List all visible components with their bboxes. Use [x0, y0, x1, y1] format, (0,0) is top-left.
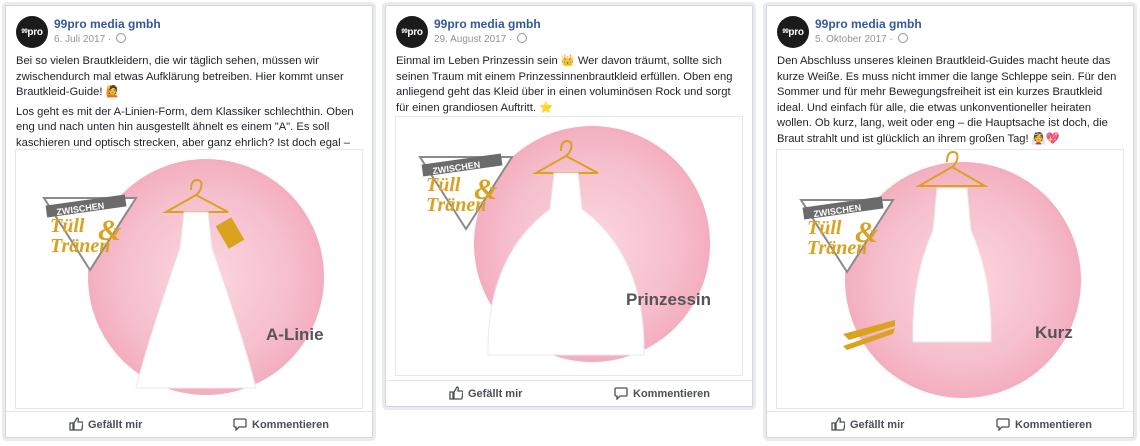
like-button[interactable]: Gefällt mir [831, 417, 904, 431]
logo-line2: Tränen [807, 237, 867, 259]
avatar[interactable]: 99 pro [777, 16, 809, 48]
logo-line1: Tüll [50, 215, 85, 237]
post-image[interactable]: ZWISCHEN Tüll & Tränen Prinzessin [395, 116, 743, 376]
post-date[interactable]: 5. Oktober 2017 · [815, 33, 908, 45]
globe-icon [897, 33, 908, 43]
post-paragraph: Den Abschluss unseres kleinen Brautkleid… [777, 55, 1117, 145]
post-paragraph: Bei so vielen Brautkleidern, die wir täg… [16, 55, 344, 98]
logo-line2: Tränen [50, 235, 110, 257]
post-actions: Gefällt mir Kommentieren [386, 380, 752, 405]
dress-type-caption: A-Linie [266, 325, 324, 344]
post-image[interactable]: ZWISCHEN Tüll & Tränen A-Linie [15, 149, 363, 409]
logo-line1: Tüll [426, 174, 461, 196]
globe-icon [116, 33, 127, 43]
post-card: 99 pro 99pro media gmbh 5. Oktober 2017 ·… [766, 5, 1134, 438]
thumbs-up-icon [69, 417, 84, 431]
post-card: 99 pro 99pro media gmbh 29. August 2017 ·… [385, 5, 753, 407]
thumbs-up-icon [831, 417, 846, 431]
avatar[interactable]: 99 pro [16, 16, 48, 48]
post-actions: Gefällt mir Kommentieren [6, 411, 372, 436]
post-card: 99 pro 99pro media gmbh 6. Juli 2017 · Be… [5, 5, 373, 438]
logo-line1: Tüll [807, 217, 842, 239]
dress-type-caption: Kurz [1035, 323, 1073, 342]
post-date[interactable]: 29. August 2017 · [434, 33, 528, 45]
post-date[interactable]: 6. Juli 2017 · [54, 33, 127, 45]
like-button[interactable]: Gefällt mir [449, 386, 522, 400]
post-actions: Gefällt mir Kommentieren [767, 411, 1133, 436]
page-name-link[interactable]: 99pro media gmbh [434, 17, 541, 31]
logo-line2: Tränen [426, 194, 486, 216]
page-name-link[interactable]: 99pro media gmbh [815, 17, 922, 31]
thumbs-up-icon [449, 386, 464, 400]
like-button[interactable]: Gefällt mir [69, 417, 142, 431]
comment-button[interactable]: Kommentieren [233, 417, 329, 432]
globe-icon [517, 33, 528, 43]
page-name-link[interactable]: 99pro media gmbh [54, 17, 161, 31]
post-text: Den Abschluss unseres kleinen Brautkleid… [777, 54, 1127, 151]
avatar[interactable]: 99 pro [396, 16, 428, 48]
post-paragraph: Einmal im Leben Prinzessin sein 👑 Wer da… [396, 55, 733, 114]
post-image[interactable]: ZWISCHEN Tüll & Tränen Kurz [776, 149, 1124, 409]
post-text: Einmal im Leben Prinzessin sein 👑 Wer da… [396, 54, 746, 120]
comment-button[interactable]: Kommentieren [996, 417, 1092, 432]
comment-button[interactable]: Kommentieren [614, 386, 710, 401]
comment-icon [614, 387, 628, 401]
comment-icon [996, 418, 1010, 432]
dress-type-caption: Prinzessin [626, 290, 711, 309]
comment-icon [233, 418, 247, 432]
